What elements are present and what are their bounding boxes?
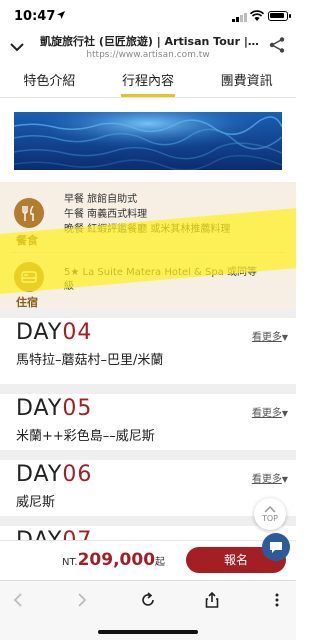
tab-itinerary[interactable]: 行程內容 [99, 68, 198, 97]
day-separator [0, 516, 296, 526]
day-label: DAY07 [16, 528, 92, 540]
home-indicator[interactable] [98, 630, 198, 634]
forward-icon[interactable] [72, 591, 90, 609]
day-07-row[interactable]: DAY07 [0, 526, 296, 540]
caret-down-icon: ▼ [281, 409, 288, 418]
page-url[interactable]: https://www.artisan.com.tw [0, 50, 296, 60]
tab-price-info[interactable]: 團費資訊 [197, 68, 296, 97]
caret-down-icon: ▼ [281, 333, 288, 342]
meal-hotel-info-card: 餐食 早餐 旅館自助式 午餐 南義西式料理 晚餐 紅蝦評鑑餐廳 或米其林推薦料理… [0, 182, 296, 309]
top-label: TOP [261, 514, 278, 523]
day-06-route: 威尼斯 [16, 495, 56, 510]
share-icon[interactable] [203, 591, 221, 609]
reload-icon[interactable] [139, 591, 157, 609]
page-title[interactable]: 凱旋旅行社 (巨匠旅遊) | Artisan Tour | ... [40, 33, 262, 49]
wifi-icon [250, 10, 264, 21]
day-05-route: 米蘭++彩色島––威尼斯 [16, 429, 155, 444]
day-05-row[interactable]: DAY05 看更多▼ 米蘭++彩色島––威尼斯 [0, 394, 296, 450]
section-tabs: 特色介紹 行程內容 團費資訊 [0, 68, 296, 98]
share-icon[interactable] [268, 36, 286, 54]
day-label: DAY06 [16, 462, 93, 487]
day-06-row[interactable]: DAY06 看更多▼ 威尼斯 [0, 460, 296, 516]
status-bar: 10:47 [0, 0, 296, 30]
day-label: DAY04 [16, 320, 93, 345]
day-06-more-link[interactable]: 看更多▼ [252, 470, 288, 485]
day-label: DAY05 [16, 396, 93, 421]
status-time: 10:47 [14, 9, 56, 24]
browser-toolbar [0, 580, 296, 618]
home-indicator-area [0, 618, 296, 640]
sea-photo [14, 112, 282, 170]
chat-icon[interactable] [262, 533, 290, 561]
cellular-signal-icon [232, 13, 247, 22]
day-05-more-link[interactable]: 看更多▼ [252, 404, 288, 419]
back-to-top-button[interactable]: TOP [254, 498, 286, 530]
day-04-more-link[interactable]: 看更多▼ [252, 328, 288, 343]
tab-features[interactable]: 特色介紹 [0, 68, 99, 97]
back-icon[interactable] [10, 591, 28, 609]
day-04-route: 馬特拉–蘑菇村–巴里/米蘭 [16, 353, 164, 368]
day-separator [0, 308, 296, 318]
browser-address-bar: 凱旋旅行社 (巨匠旅遊) | Artisan Tour | ... https:… [0, 30, 296, 68]
price-bar: NT.209,000起 報名 [0, 533, 296, 580]
caret-down-icon: ▼ [281, 475, 288, 484]
tour-price: NT.209,000起 [62, 550, 166, 570]
day-separator [0, 450, 296, 460]
day-04-row[interactable]: DAY04 看更多▼ 馬特拉–蘑菇村–巴里/米蘭 [0, 318, 296, 374]
location-arrow-icon [57, 11, 65, 19]
breakfast-text: 早餐 旅館自助式 [64, 194, 138, 205]
battery-icon [268, 11, 291, 21]
day-separator [0, 384, 296, 394]
utensils-icon [14, 198, 44, 228]
more-vertical-icon[interactable] [268, 591, 286, 609]
chevron-up-icon [264, 505, 276, 513]
